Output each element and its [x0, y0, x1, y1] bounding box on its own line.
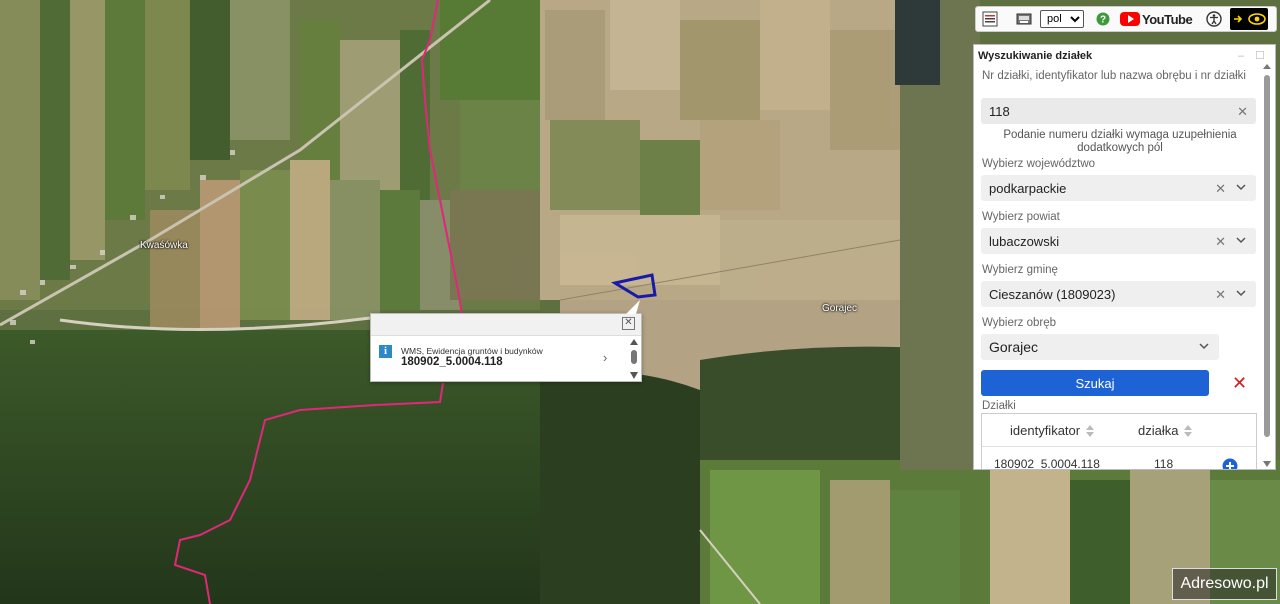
list-icon[interactable]: [982, 9, 998, 29]
help-icon[interactable]: ?: [1096, 9, 1110, 29]
popup-scrollbar[interactable]: [628, 338, 640, 380]
add-icon[interactable]: [1222, 458, 1238, 470]
query-label: Nr działki, identyfikator lub nazwa obrę…: [982, 70, 1246, 82]
commune-select[interactable]: Cieszanów (1809023) ✕: [981, 281, 1256, 307]
sort-icon: [1184, 424, 1193, 437]
clear-commune-icon[interactable]: ✕: [1215, 287, 1226, 303]
results-label: Działki: [982, 400, 1016, 412]
place-label-gorajec: Gorajec: [822, 303, 858, 314]
voivodeship-select[interactable]: podkarpackie ✕: [981, 175, 1256, 201]
results-table: identyfikator działka 180902_5.0004.118 …: [981, 413, 1257, 470]
visibility-icon: [1247, 13, 1266, 25]
accessibility-icon[interactable]: [1206, 9, 1222, 29]
query-note: Podanie numeru działki wymaga uzupełnien…: [1003, 129, 1237, 154]
sort-icon: [1086, 424, 1095, 437]
svg-text:?: ?: [1100, 15, 1106, 26]
panel-title: Wyszukiwanie działek: [978, 50, 1093, 62]
county-value: lubaczowski: [989, 233, 1060, 249]
language-select-wrap: pol: [1040, 9, 1084, 29]
chevron-right-icon[interactable]: ›: [603, 350, 607, 365]
search-button[interactable]: Szukaj: [981, 370, 1209, 396]
language-select[interactable]: pol: [1040, 10, 1084, 28]
panel-window-controls[interactable]: – ☐: [1238, 49, 1269, 62]
close-icon[interactable]: ✕: [622, 317, 635, 330]
place-label-kwasowka: Kwaśówka: [140, 240, 188, 251]
chevron-down-icon[interactable]: [1234, 286, 1248, 300]
voivodeship-label: Wybierz województwo: [982, 158, 1096, 170]
clear-query-icon[interactable]: ✕: [1237, 104, 1248, 120]
youtube-link[interactable]: YouTube: [1120, 9, 1193, 29]
panel-scrollbar[interactable]: [1262, 63, 1272, 469]
table-cell-dzialka[interactable]: 118: [1154, 457, 1173, 469]
clear-county-icon[interactable]: ✕: [1215, 234, 1226, 250]
popup-pointer: [626, 300, 640, 314]
row-divider: [982, 446, 1256, 447]
commune-value: Cieszanów (1809023): [989, 286, 1116, 302]
column-header-dzialka[interactable]: działka: [1138, 423, 1193, 438]
print-icon[interactable]: [1016, 9, 1032, 29]
clear-form-icon[interactable]: ✕: [1232, 373, 1247, 393]
table-cell-identyfikator[interactable]: 180902_5.0004.118: [994, 457, 1100, 469]
precinct-value: Gorajec: [989, 339, 1039, 355]
commune-label: Wybierz gminę: [982, 264, 1058, 276]
visibility-toggle[interactable]: [1230, 8, 1269, 30]
youtube-icon: [1120, 12, 1140, 26]
county-select[interactable]: lubaczowski ✕: [981, 228, 1256, 254]
top-toolbar: pol ? YouTube: [975, 6, 1277, 32]
precinct-select[interactable]: Gorajec: [981, 334, 1219, 360]
brand-logo[interactable]: Adresowo.pl: [1172, 568, 1277, 600]
column-header-label: identyfikator: [1010, 423, 1081, 438]
info-icon: i: [379, 345, 392, 358]
chevron-down-icon[interactable]: [1234, 233, 1248, 247]
feature-info-popup: ✕ i WMS, Ewidencja gruntów i budynków 18…: [370, 313, 642, 382]
youtube-label: YouTube: [1142, 11, 1193, 27]
popup-header: ✕: [371, 314, 641, 336]
query-input[interactable]: 118 ✕: [981, 98, 1256, 124]
parcel-search-panel: Wyszukiwanie działek – ☐ Nr działki, ide…: [973, 44, 1276, 470]
query-value: 118: [989, 103, 1010, 119]
county-label: Wybierz powiat: [982, 211, 1060, 223]
column-header-label: działka: [1138, 423, 1179, 438]
popup-layer-name: WMS, Ewidencja gruntów i budynków: [401, 346, 543, 356]
voivodeship-value: podkarpackie: [989, 180, 1067, 196]
clear-voivodeship-icon[interactable]: ✕: [1215, 181, 1226, 197]
popup-feature-id: 180902_5.0004.118: [401, 356, 503, 368]
arrow-right-icon: [1233, 15, 1242, 23]
chevron-down-icon[interactable]: [1234, 180, 1248, 194]
precinct-label: Wybierz obręb: [982, 317, 1057, 329]
column-header-identyfikator[interactable]: identyfikator: [1010, 423, 1095, 438]
chevron-down-icon[interactable]: [1197, 339, 1211, 353]
